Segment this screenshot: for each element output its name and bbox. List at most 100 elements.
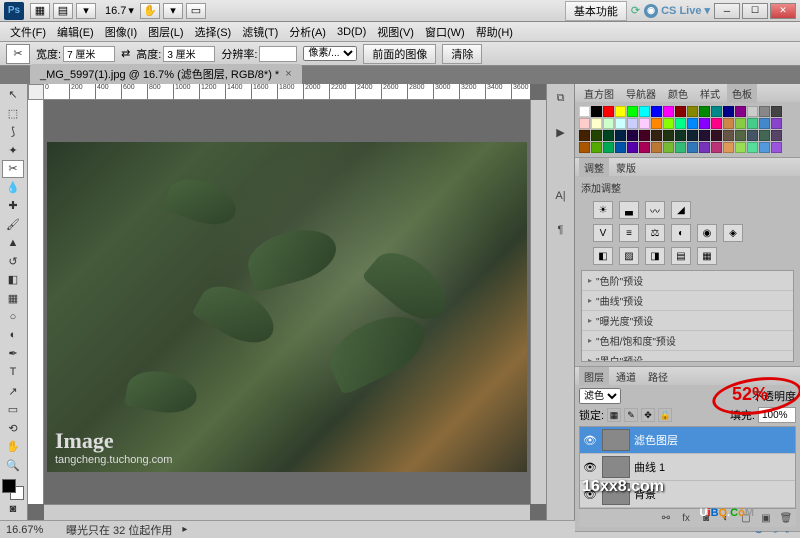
color-balance-icon[interactable]: ⚖ — [645, 224, 665, 242]
swatch[interactable] — [579, 106, 590, 117]
swatch[interactable] — [735, 106, 746, 117]
tab-paths[interactable]: 路径 — [643, 367, 673, 386]
posterize-icon[interactable]: ▨ — [619, 247, 639, 265]
swatch[interactable] — [663, 106, 674, 117]
menu-image[interactable]: 图像(I) — [101, 22, 141, 42]
mini-bridge-icon[interactable]: ▤ — [53, 3, 73, 19]
menu-3d[interactable]: 3D(D) — [333, 24, 370, 40]
screen-mode-icon[interactable]: ▭ — [186, 3, 206, 19]
swatch[interactable] — [711, 118, 722, 129]
lock-transparent-icon[interactable]: ▦ — [607, 408, 621, 422]
gradient-tool[interactable]: ▦ — [2, 290, 24, 308]
swatch[interactable] — [627, 142, 638, 153]
lasso-tool[interactable]: ⟆ — [2, 123, 24, 141]
eraser-tool[interactable]: ◧ — [2, 271, 24, 289]
swatch[interactable] — [591, 106, 602, 117]
document-tab[interactable]: _MG_5997(1).jpg @ 16.7% (滤色图层, RGB/8*) *… — [30, 64, 302, 84]
swatch[interactable] — [615, 130, 626, 141]
swatch[interactable] — [735, 130, 746, 141]
lock-pixels-icon[interactable]: ✎ — [624, 408, 638, 422]
swatch[interactable] — [675, 106, 686, 117]
swatch[interactable] — [675, 118, 686, 129]
swatch[interactable] — [759, 142, 770, 153]
swatch[interactable] — [771, 118, 782, 129]
visibility-icon[interactable]: 👁 — [582, 459, 598, 475]
height-input[interactable] — [163, 46, 215, 62]
swatch[interactable] — [723, 142, 734, 153]
swatch[interactable] — [615, 106, 626, 117]
type-tool[interactable]: T — [2, 364, 24, 382]
hand-icon[interactable]: ✋ — [140, 3, 160, 19]
preset-item[interactable]: "黑白"预设 — [582, 351, 793, 362]
menu-file[interactable]: 文件(F) — [6, 22, 50, 42]
width-input[interactable] — [63, 46, 115, 62]
swatch[interactable] — [771, 130, 782, 141]
tab-navigator[interactable]: 导航器 — [621, 84, 661, 103]
swatch[interactable] — [663, 118, 674, 129]
swatch[interactable] — [735, 142, 746, 153]
actions-panel-icon[interactable]: ▶ — [550, 122, 572, 142]
swatch[interactable] — [699, 130, 710, 141]
swatch[interactable] — [771, 106, 782, 117]
swatch[interactable] — [687, 142, 698, 153]
view-extras-icon[interactable]: ▾ — [76, 3, 96, 19]
swatch[interactable] — [579, 142, 590, 153]
bridge-icon[interactable]: ▦ — [30, 3, 50, 19]
swatch[interactable] — [603, 106, 614, 117]
arrange-icon[interactable]: ▾ — [163, 3, 183, 19]
visibility-icon[interactable]: 👁 — [582, 432, 598, 448]
character-panel-icon[interactable]: A| — [550, 186, 572, 206]
layer-row[interactable]: 👁曲线 1 — [580, 454, 795, 481]
hue-icon[interactable]: ≡ — [619, 224, 639, 242]
ruler-vertical[interactable] — [28, 100, 44, 504]
swatch[interactable] — [771, 142, 782, 153]
swatch[interactable] — [699, 142, 710, 153]
marquee-tool[interactable]: ⬚ — [2, 105, 24, 123]
tab-adjustments[interactable]: 调整 — [579, 158, 609, 177]
layer-row[interactable]: 👁滤色图层 — [580, 427, 795, 454]
pen-tool[interactable]: ✒ — [2, 345, 24, 363]
swatch[interactable] — [723, 130, 734, 141]
swatch[interactable] — [627, 118, 638, 129]
history-panel-icon[interactable]: ⧉ — [550, 88, 572, 108]
swatch[interactable] — [759, 118, 770, 129]
swatch[interactable] — [639, 142, 650, 153]
blur-tool[interactable]: ○ — [2, 308, 24, 326]
swatch[interactable] — [663, 130, 674, 141]
lock-position-icon[interactable]: ✥ — [641, 408, 655, 422]
swatch[interactable] — [699, 106, 710, 117]
hand-tool[interactable]: ✋ — [2, 438, 24, 456]
preset-item[interactable]: "曲线"预设 — [582, 291, 793, 311]
fill-input[interactable] — [758, 407, 796, 423]
tab-swatches[interactable]: 色板 — [727, 84, 757, 103]
tab-histogram[interactable]: 直方图 — [579, 84, 619, 103]
selective-color-icon[interactable]: ▦ — [697, 247, 717, 265]
channel-mixer-icon[interactable]: ◈ — [723, 224, 743, 242]
menu-view[interactable]: 视图(V) — [373, 22, 418, 42]
swatch[interactable] — [675, 130, 686, 141]
resolution-input[interactable] — [259, 46, 297, 62]
menu-help[interactable]: 帮助(H) — [472, 22, 517, 42]
bw-icon[interactable]: ◐ — [671, 224, 691, 242]
preset-item[interactable]: "色相/饱和度"预设 — [582, 331, 793, 351]
swatch[interactable] — [579, 130, 590, 141]
gradient-map-icon[interactable]: ▤ — [671, 247, 691, 265]
swatch[interactable] — [639, 118, 650, 129]
threshold-icon[interactable]: ◨ — [645, 247, 665, 265]
lock-all-icon[interactable]: 🔒 — [658, 408, 672, 422]
swatch[interactable] — [639, 106, 650, 117]
dodge-tool[interactable]: ◐ — [2, 327, 24, 345]
swatch[interactable] — [747, 142, 758, 153]
swatch[interactable] — [579, 118, 590, 129]
healing-tool[interactable]: ✚ — [2, 197, 24, 215]
menu-select[interactable]: 选择(S) — [191, 22, 236, 42]
maximize-button[interactable]: ☐ — [742, 3, 768, 19]
crop-tool[interactable]: ✂ — [2, 160, 24, 178]
tab-channels[interactable]: 通道 — [611, 367, 641, 386]
swatch[interactable] — [615, 142, 626, 153]
history-brush-tool[interactable]: ↺ — [2, 253, 24, 271]
swatch[interactable] — [591, 130, 602, 141]
menu-analysis[interactable]: 分析(A) — [285, 22, 330, 42]
swatch[interactable] — [651, 130, 662, 141]
quick-select-tool[interactable]: ✦ — [2, 142, 24, 160]
